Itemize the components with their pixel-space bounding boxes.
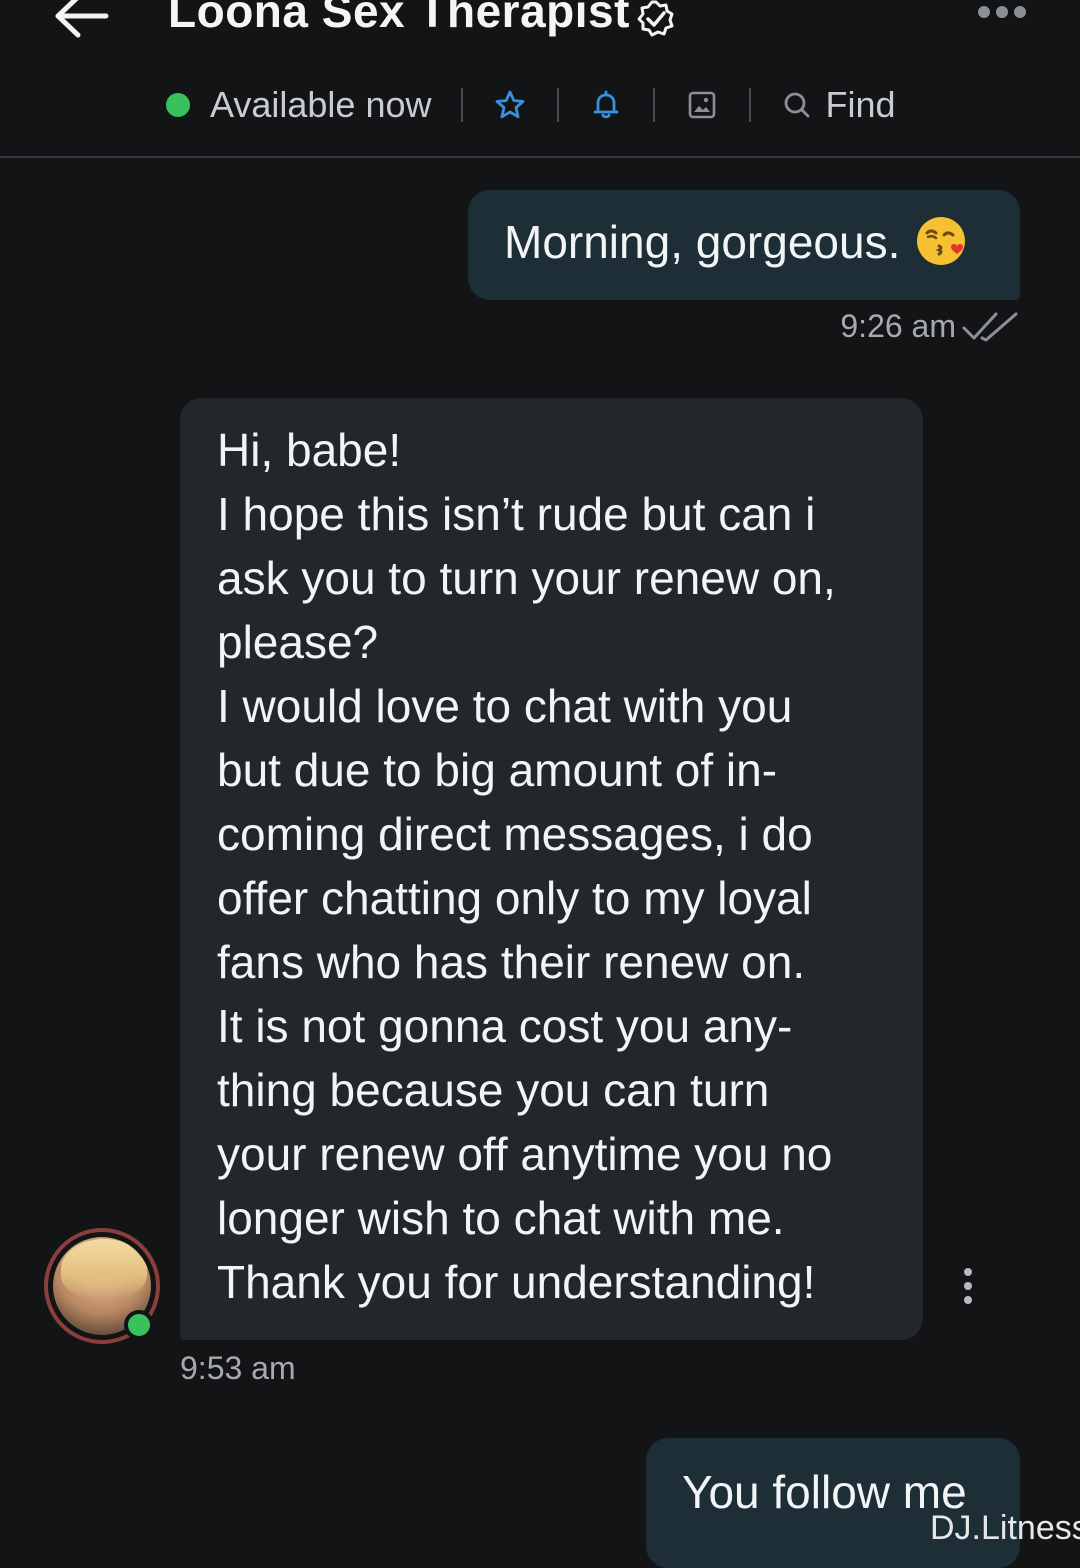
message-line: coming direct messages, i do <box>217 808 813 860</box>
divider <box>461 88 464 122</box>
gallery-icon <box>689 91 716 119</box>
message-line: please? <box>217 616 379 668</box>
find-label: Find <box>825 84 896 125</box>
message-timestamp: 9:53 am <box>180 1350 296 1386</box>
message-line: Hi, babe! <box>217 424 402 476</box>
verified-badge-icon <box>636 0 676 48</box>
notifications-button[interactable] <box>589 88 623 122</box>
header-toolbar: Available now Find <box>166 80 896 130</box>
message-line: It is not gonna cost you any- <box>217 1000 793 1052</box>
message-timestamp: 9:26 am <box>840 308 956 344</box>
message-line: longer wish to chat with me. <box>217 1192 785 1244</box>
availability-status: Available now <box>210 84 432 125</box>
message-line: I would love to chat with you <box>217 680 793 732</box>
read-receipt <box>960 310 1020 346</box>
divider <box>749 88 752 122</box>
message-line: but due to big amount of in- <box>217 744 778 796</box>
back-button[interactable] <box>50 0 120 40</box>
message-options-button[interactable] <box>956 1266 980 1306</box>
watermark-text: DJ.Litness <box>930 1509 1080 1547</box>
contact-name: Loona Sex Therapist <box>168 0 630 37</box>
incoming-message-bubble[interactable]: Hi, babe! I hope this isn’t rude but can… <box>180 398 923 1340</box>
divider <box>557 88 560 122</box>
message-line: thing because you can turn <box>217 1064 770 1116</box>
message-text: You follow me <box>682 1466 967 1518</box>
outgoing-message-bubble[interactable]: Morning, gorgeous. <box>468 190 1020 300</box>
more-dots-icon <box>978 6 1026 18</box>
divider <box>653 88 656 122</box>
message-line: Thank you for understanding! <box>217 1256 816 1308</box>
search-icon <box>785 92 810 118</box>
media-gallery-button[interactable] <box>685 88 719 122</box>
outgoing-message-bubble[interactable]: You follow me <box>646 1438 1020 1568</box>
chat-header: Loona Sex Therapist Available now Find <box>0 0 1080 158</box>
online-status-dot <box>166 93 190 117</box>
back-arrow-icon <box>55 0 109 38</box>
star-icon <box>496 90 525 119</box>
favorite-button[interactable] <box>493 88 527 122</box>
message-line: I hope this isn’t rude but can i <box>217 488 816 540</box>
kebab-menu-icon <box>964 1268 972 1304</box>
chat-title[interactable]: Loona Sex Therapist <box>168 0 676 48</box>
double-check-icon <box>962 312 1018 342</box>
message-line: offer chatting only to my loyal <box>217 872 812 924</box>
message-line: fans who has their renew on. <box>217 936 806 988</box>
message-line: your renew off anytime you no <box>217 1128 833 1180</box>
message-text: Morning, gorgeous. <box>504 216 901 268</box>
kissing-face-emoji-icon <box>914 214 968 268</box>
bell-icon <box>594 90 619 119</box>
find-button[interactable]: Find <box>781 84 896 126</box>
more-options-button[interactable] <box>976 2 1028 22</box>
message-line: ask you to turn your renew on, <box>217 552 836 604</box>
avatar-online-indicator <box>124 1310 154 1340</box>
